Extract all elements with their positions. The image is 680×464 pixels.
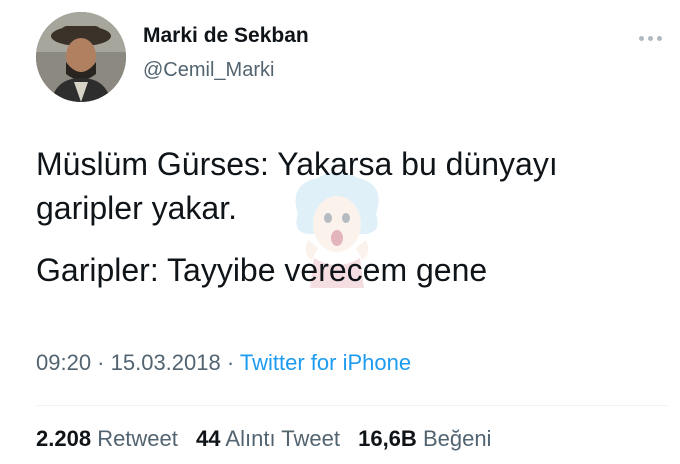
dot [647, 35, 653, 41]
tweet-meta: 09:20 · 15.03.2018 · Twitter for iPhone [36, 350, 411, 376]
tweet-stats: 2.208 Retweet 44 Alıntı Tweet 16,6B Beğe… [36, 426, 503, 452]
tweet-line: Garipler: Tayyibe verecem gene [36, 252, 488, 288]
tweet-date[interactable]: 15.03.2018 [111, 350, 221, 375]
quote-tweets-stat[interactable]: 44 Alıntı Tweet [196, 426, 340, 451]
retweets-count: 2.208 [36, 426, 92, 451]
likes-count: 16,6B [358, 426, 417, 451]
likes-stat[interactable]: 16,6B Beğeni [358, 426, 491, 451]
dot [656, 35, 662, 41]
more-options-icon[interactable] [632, 28, 668, 48]
quotes-count: 44 [196, 426, 221, 451]
avatar-photo [36, 12, 126, 102]
likes-label: Beğeni [422, 426, 492, 451]
tweet-text: Müslüm Gürses: Yakarsa bu dünyayı garipl… [36, 142, 656, 292]
author-handle[interactable]: @Cemil_Marki [143, 59, 274, 82]
dot [638, 35, 644, 41]
divider [36, 405, 668, 406]
author-display-name[interactable]: Marki de Sekban [143, 24, 309, 48]
retweets-stat[interactable]: 2.208 Retweet [36, 426, 178, 451]
quotes-label: Alıntı Tweet [225, 426, 340, 451]
retweets-label: Retweet [97, 426, 178, 451]
tweet-line: Müslüm Gürses: Yakarsa bu dünyayı garipl… [36, 146, 558, 226]
tweet-time[interactable]: 09:20 [36, 350, 91, 375]
meta-separator: · [91, 350, 111, 375]
tweet-source-link[interactable]: Twitter for iPhone [240, 350, 411, 375]
avatar[interactable] [36, 12, 126, 102]
meta-separator: · [220, 350, 240, 375]
